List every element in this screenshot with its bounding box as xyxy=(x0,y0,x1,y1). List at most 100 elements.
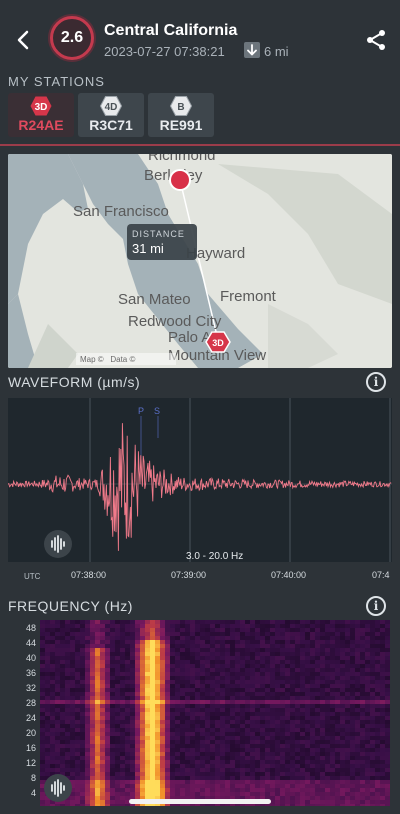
spectrogram-cell xyxy=(285,644,290,648)
spectrogram-cell xyxy=(215,764,220,768)
spectrogram-cell xyxy=(195,748,200,752)
spectrogram-cell xyxy=(345,788,350,792)
spectrogram-cell xyxy=(375,680,380,684)
spectrogram-cell xyxy=(250,768,255,772)
spectrogram-cell xyxy=(265,628,270,632)
spectrogram-cell xyxy=(160,716,165,720)
spectrogram-cell xyxy=(110,680,115,684)
spectrogram-cell xyxy=(270,748,275,752)
spectrogram-cell xyxy=(370,620,375,624)
spectrogram-cell xyxy=(365,640,370,644)
spectrogram-cell xyxy=(65,760,70,764)
magnitude-value: 2.6 xyxy=(60,29,84,46)
event-map[interactable]: Richmond Berkeley San Francisco Hayward … xyxy=(8,154,392,368)
spectrogram-cell xyxy=(135,640,140,644)
spectrogram-cell xyxy=(350,656,355,660)
waveform-audio-button[interactable] xyxy=(44,530,72,558)
spectrogram-cell xyxy=(135,700,140,704)
spectrogram-chart[interactable] xyxy=(40,620,390,806)
spectrogram-cell xyxy=(340,680,345,684)
frequency-info-icon[interactable]: i xyxy=(366,596,386,616)
spectrogram-cell xyxy=(315,724,320,728)
spectrogram-cell xyxy=(330,780,335,784)
spectrogram-cell xyxy=(350,660,355,664)
spectrogram-cell xyxy=(180,712,185,716)
station-tab-r3c71[interactable]: 4D R3C71 xyxy=(78,93,144,137)
spectrogram-cell xyxy=(105,740,110,744)
spectrogram-cell xyxy=(295,644,300,648)
spectrogram-cell xyxy=(330,676,335,680)
spectrogram-cell xyxy=(200,684,205,688)
spectrogram-cell xyxy=(95,768,100,772)
spectrogram-cell xyxy=(255,680,260,684)
spectrogram-cell xyxy=(50,636,55,640)
spectrogram-cell xyxy=(290,732,295,736)
spectrogram-cell xyxy=(270,636,275,640)
spectrogram-cell xyxy=(175,624,180,628)
spectrogram-cell xyxy=(125,644,130,648)
spectrogram-cell xyxy=(165,792,170,796)
share-icon[interactable] xyxy=(364,28,388,52)
spectrogram-cell xyxy=(140,628,145,632)
spectrogram-cell xyxy=(385,628,390,632)
spectrogram-cell xyxy=(315,664,320,668)
spectrogram-cell xyxy=(315,680,320,684)
spectrogram-cell xyxy=(375,776,380,780)
spectrogram-cell xyxy=(170,740,175,744)
spectrogram-cell xyxy=(225,688,230,692)
spectrogram-cell xyxy=(160,692,165,696)
spectrogram-cell xyxy=(345,652,350,656)
spectrogram-cell xyxy=(285,700,290,704)
spectrogram-cell xyxy=(45,684,50,688)
spectrogram-cell xyxy=(365,648,370,652)
spectrogram-cell xyxy=(160,688,165,692)
spectrogram-cell xyxy=(55,704,60,708)
spectrogram-cell xyxy=(95,728,100,732)
spectrogram-cell xyxy=(315,636,320,640)
spectrogram-cell xyxy=(45,680,50,684)
spectrogram-cell xyxy=(355,712,360,716)
spectrogram-cell xyxy=(200,668,205,672)
station-tab-r24ae[interactable]: 3D R24AE xyxy=(8,93,74,137)
spectrogram-cell xyxy=(75,776,80,780)
svg-text:B: B xyxy=(177,102,184,113)
spectrogram-cell xyxy=(170,736,175,740)
spectrogram-cell xyxy=(380,800,385,804)
station-tab-re991[interactable]: B RE991 xyxy=(148,93,214,137)
spectrogram-cell xyxy=(315,792,320,796)
spectrogram-cell xyxy=(365,708,370,712)
spectrogram-cell xyxy=(225,700,230,704)
spectrogram-cell xyxy=(375,708,380,712)
spectrogram-cell xyxy=(130,748,135,752)
spectrogram-cell xyxy=(50,740,55,744)
spectrogram-audio-button[interactable] xyxy=(44,774,72,802)
spectrogram-cell xyxy=(150,664,155,668)
spectrogram-cell xyxy=(60,696,65,700)
spectrogram-cell xyxy=(175,784,180,788)
spectrogram-cell xyxy=(225,764,230,768)
spectrogram-cell xyxy=(275,672,280,676)
spectrogram-cell xyxy=(120,796,125,800)
back-arrow-icon[interactable] xyxy=(12,28,36,52)
spectrogram-cell xyxy=(155,644,160,648)
spectrogram-cell xyxy=(205,752,210,756)
waveform-info-icon[interactable]: i xyxy=(366,372,386,392)
spectrogram-cell xyxy=(385,700,390,704)
spectrogram-cell xyxy=(285,720,290,724)
spectrogram-cell xyxy=(55,736,60,740)
spectrogram-cell xyxy=(275,744,280,748)
spectrogram-cell xyxy=(375,628,380,632)
epicenter-marker-icon[interactable] xyxy=(169,169,191,191)
spectrogram-cell xyxy=(230,804,235,806)
spectrogram-cell xyxy=(255,640,260,644)
spectrogram-cell xyxy=(50,628,55,632)
spectrogram-cell xyxy=(40,768,45,772)
spectrogram-cell xyxy=(215,680,220,684)
spectrogram-cell xyxy=(320,684,325,688)
spectrogram-cell xyxy=(55,760,60,764)
spectrogram-cell xyxy=(370,724,375,728)
spectrogram-cell xyxy=(75,664,80,668)
spectrogram-cell xyxy=(65,804,70,806)
spectrogram-cell xyxy=(70,804,75,806)
spectrogram-cell xyxy=(300,624,305,628)
